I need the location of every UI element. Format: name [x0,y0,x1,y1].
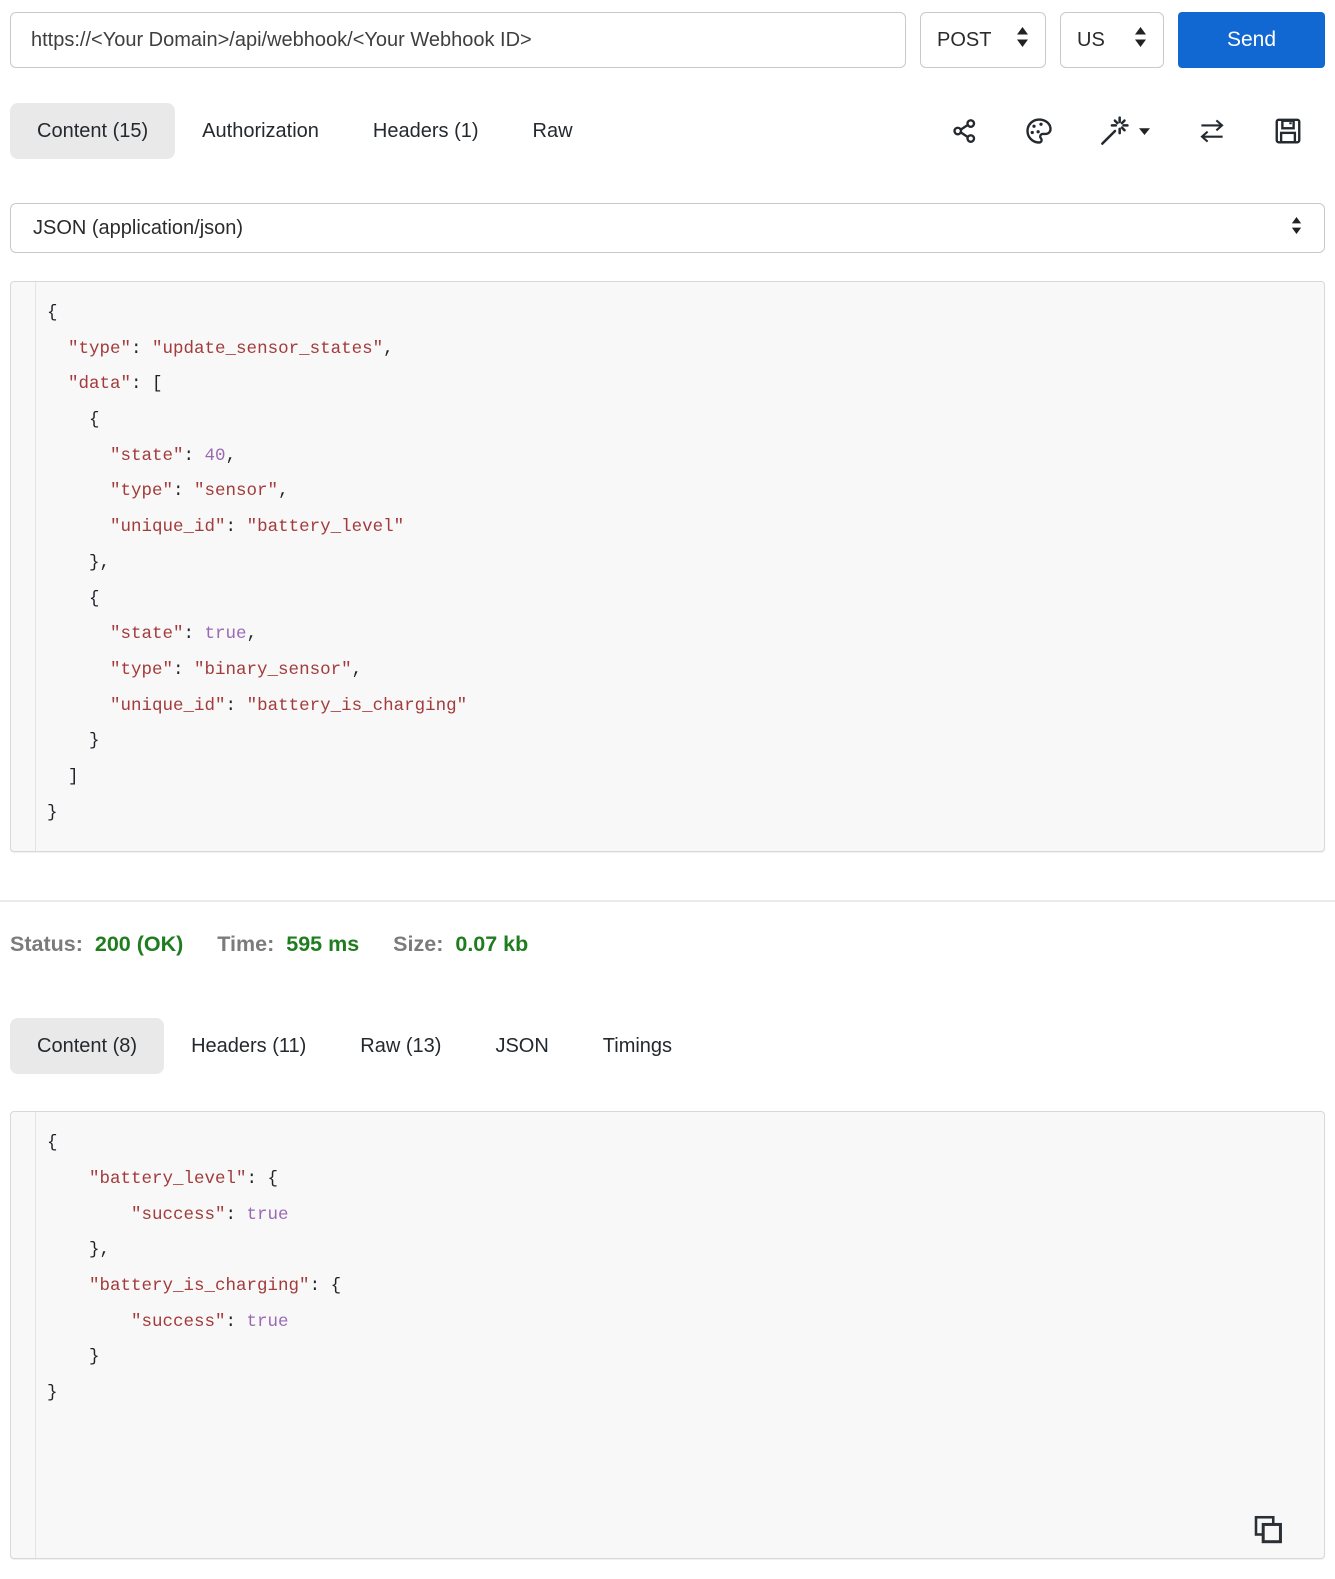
request-body-editor[interactable]: { "type": "update_sensor_states", "data"… [10,281,1325,853]
viewer-gutter [11,1112,36,1559]
send-button[interactable]: Send [1178,12,1325,68]
code-line: "type": "sensor", [110,481,289,502]
size-label: Size: [393,931,444,956]
tab-raw[interactable]: Raw [506,103,600,159]
code-line: } [47,1347,100,1368]
code-line: { [47,303,58,323]
method-select-value: POST [937,28,992,51]
swap-icon[interactable] [1196,116,1228,146]
code-line: "battery_is_charging": { [89,1276,342,1297]
content-type-value: JSON (application/json) [33,216,244,239]
code-line: }, [47,552,111,573]
tab-timings[interactable]: Timings [576,1018,699,1074]
code-line: "data": [ [68,374,163,395]
divider [0,900,1335,903]
tab-json[interactable]: JSON [468,1018,575,1074]
code-line: } [47,1383,58,1404]
magic-wand-menu-icon[interactable] [1099,115,1151,147]
code-line: "type": "binary_sensor", [110,659,363,680]
status-label: Status: [10,931,83,956]
code-line: "battery_level": { [89,1169,279,1189]
code-line: { [47,588,100,609]
code-line: "type": "update_sensor_states", [68,338,394,359]
tab-headers-1[interactable]: Headers (1) [346,103,506,159]
editor-gutter [11,282,36,852]
code-line: "unique_id": "battery_level" [110,517,405,538]
response-body-code: { "battery_level": { "success": true }, … [37,1126,1324,1412]
request-tabs-row: Content (15) Authorization Headers (1) Raw [10,103,1325,159]
code-line: "state": 40, [110,445,237,466]
time-label: Time: [217,931,275,956]
response-body-viewer: { "battery_level": { "success": true }, … [10,1111,1325,1560]
tab-content-8[interactable]: Content (8) [10,1018,165,1075]
tab-headers-11[interactable]: Headers (11) [164,1018,333,1074]
code-line: }, [47,1240,111,1261]
palette-icon[interactable] [1024,116,1054,146]
url-input[interactable] [10,12,906,68]
updown-chevron-icon [1016,26,1029,54]
code-line: "success": true [131,1311,289,1332]
status-bar: Status: 200 (OK) Time: 595 ms Size: 0.07… [10,929,1325,959]
tab-content-15[interactable]: Content (15) [10,103,176,159]
code-line: } [47,802,58,823]
request-bar: POST US Send [10,12,1325,68]
size-value: 0.07 kb [455,931,529,956]
locale-select-value: US [1077,28,1105,51]
api-client-window: POST US Send Content (15)AuthorizationHe… [0,0,1335,1560]
content-type-select[interactable]: JSON (application/json) [10,203,1325,253]
toolbar [949,115,1325,147]
code-line: "success": true [131,1204,289,1225]
copy-icon[interactable] [1250,1512,1286,1548]
code-line: "unique_id": "battery_is_charging" [110,695,468,716]
updown-chevron-icon [1134,26,1147,54]
code-line: ] [47,766,79,787]
request-tabs: Content (15) Authorization Headers (1) Raw [10,103,600,159]
tab-raw-13[interactable]: Raw (13) [333,1018,468,1074]
code-line: "state": true, [110,624,258,645]
save-icon[interactable] [1273,116,1303,146]
share-icon[interactable] [949,116,979,146]
locale-select[interactable]: US [1060,12,1164,68]
chevron-down-icon [1139,127,1150,135]
updown-chevron-icon [1291,216,1302,241]
method-select[interactable]: POST [920,12,1046,68]
time-value: 595 ms [286,931,360,956]
code-line: { [47,1133,58,1154]
response-tabs: Content (8) Headers (11) Raw (13) JSON Timin… [10,1018,1325,1075]
tab-authorization[interactable]: Authorization [175,103,346,159]
code-line: { [47,410,100,431]
status-value: 200 (OK) [94,931,184,956]
code-line: } [47,731,100,752]
request-body-code: { "type": "update_sensor_states", "data"… [37,296,1324,831]
